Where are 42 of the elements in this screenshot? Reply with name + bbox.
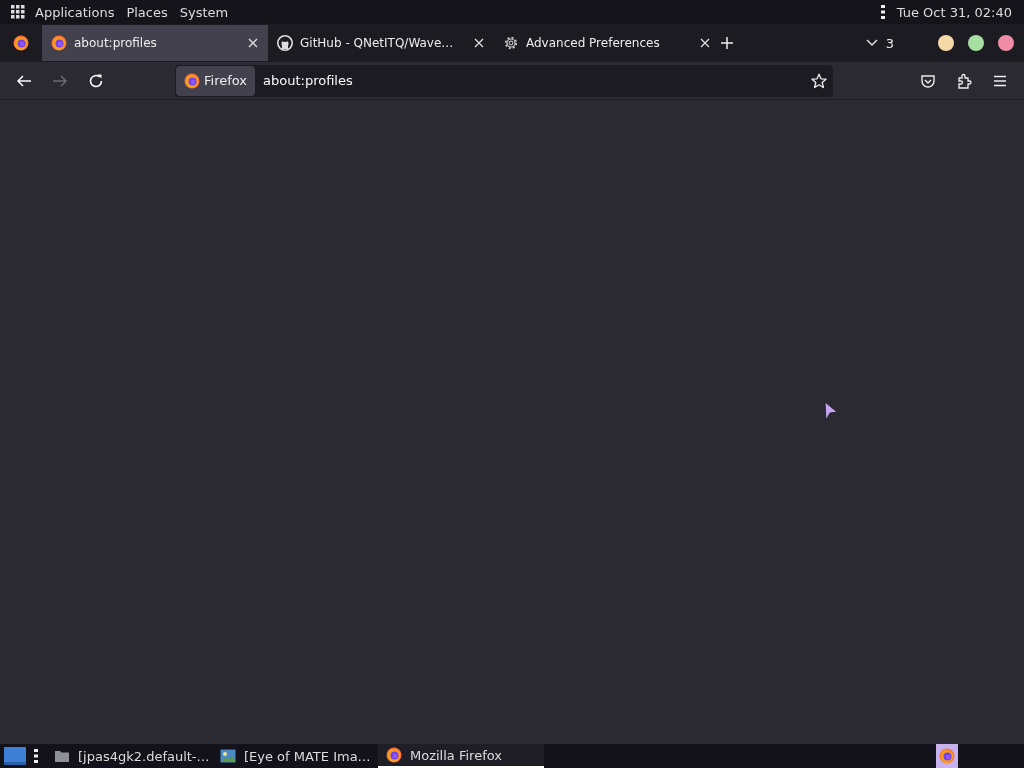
firefox-icon	[939, 748, 955, 764]
tab-title: GitHub - QNetITQ/Wave…	[300, 36, 455, 50]
puzzle-icon[interactable]	[956, 72, 972, 89]
firefox-icon	[386, 747, 402, 763]
handle-icon	[34, 748, 38, 764]
panel-menu[interactable]: Applications	[35, 4, 115, 20]
browser-tab[interactable]: about:profiles	[42, 25, 268, 61]
github-icon	[277, 35, 293, 51]
tab-title: Advanced Preferences	[526, 36, 661, 50]
tray-app[interactable]	[936, 744, 958, 768]
address-bar[interactable]: Firefox about:profiles	[175, 64, 833, 97]
taskbar-item[interactable]: [Eye of MATE Ima…	[212, 744, 370, 768]
tab-title: about:profiles	[74, 36, 158, 50]
gear-icon	[503, 35, 519, 51]
taskbar-item[interactable]: Mozilla Firefox	[378, 744, 544, 768]
back-icon[interactable]	[16, 72, 32, 89]
panel-menu[interactable]: Places	[126, 4, 168, 20]
window-control[interactable]	[938, 35, 954, 51]
close-icon[interactable]	[248, 38, 258, 48]
tab-list-button[interactable]: 3	[865, 35, 894, 51]
browser-tab[interactable]: GitHub - QNetITQ/Wave…	[268, 25, 494, 61]
panel-menu[interactable]: System	[179, 4, 229, 20]
identity-button[interactable]: Firefox	[176, 65, 256, 96]
handle-icon	[880, 4, 885, 20]
window-control[interactable]	[998, 35, 1014, 51]
cursor-icon	[824, 401, 838, 421]
pocket-icon[interactable]	[920, 72, 936, 89]
clock[interactable]: Tue Oct 31, 02:40	[896, 4, 1012, 20]
firefox-icon	[13, 35, 29, 51]
new-tab-icon[interactable]	[720, 36, 734, 50]
apps-grid-icon[interactable]	[11, 5, 25, 19]
folder-icon	[54, 749, 70, 763]
firefox-icon	[51, 35, 67, 51]
browser-tab[interactable]: Advanced Preferences	[494, 25, 720, 61]
chevron-down-icon	[865, 39, 878, 47]
image-icon	[220, 749, 236, 763]
firefox-icon	[184, 72, 200, 89]
reload-icon[interactable]	[88, 72, 104, 89]
window-control[interactable]	[968, 35, 984, 51]
close-icon[interactable]	[700, 38, 710, 48]
star-icon[interactable]	[811, 72, 827, 89]
close-icon[interactable]	[474, 38, 484, 48]
